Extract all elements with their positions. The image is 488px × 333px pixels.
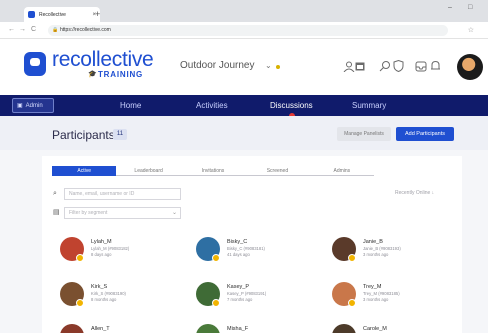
status-badge xyxy=(76,254,84,262)
sort-recently-online[interactable]: Recently Online ↓ xyxy=(395,190,434,196)
manage-panelists-button[interactable]: Manage Panelists xyxy=(337,127,391,141)
lock-icon: 🔒 xyxy=(52,27,59,33)
url-text: https://recollective.com xyxy=(60,27,111,33)
participant-name[interactable]: Misha_F xyxy=(227,326,248,332)
brand-subtitle: TRAINING xyxy=(98,70,144,79)
participant-name[interactable]: Janie_B xyxy=(363,239,383,245)
participant-card[interactable]: Janie_B Janie_B (#9083193) 3 months ago xyxy=(332,237,462,267)
participant-avatar[interactable] xyxy=(60,324,84,333)
participant-last-seen: 41 days ago xyxy=(227,252,250,257)
participant-avatar[interactable] xyxy=(332,324,356,333)
browser-tab[interactable]: Recollective × xyxy=(24,7,100,22)
admin-label: Admin xyxy=(25,102,43,109)
project-status-dot xyxy=(276,65,280,69)
participant-id: Trey_M (#9083185) xyxy=(363,291,400,296)
address-bar-row: ← → C 🔒 https://recollective.com ☆ xyxy=(0,22,488,39)
minimize-button[interactable]: – xyxy=(448,4,452,11)
participant-name[interactable]: Kirk_S xyxy=(91,284,107,290)
participant-card[interactable]: Lylah_M Lylah_M (#9083182) 8 days ago xyxy=(60,237,190,267)
status-badge xyxy=(348,299,356,307)
url-input[interactable]: 🔒 https://recollective.com xyxy=(48,25,448,36)
participant-last-seen: 3 months ago xyxy=(363,252,389,257)
participant-id: Kasey_P (#9083191) xyxy=(227,291,267,296)
brand-name[interactable]: recollective xyxy=(52,48,154,72)
participant-last-seen: 8 months ago xyxy=(91,297,117,302)
participant-card[interactable]: Kasey_P Kasey_P (#9083191) 7 months ago xyxy=(196,282,326,312)
participant-last-seen: 8 days ago xyxy=(91,252,112,257)
participant-card[interactable]: Misha_F xyxy=(196,324,326,333)
participants-count-badge: 11 xyxy=(113,129,127,140)
admin-button[interactable]: ▣ Admin xyxy=(12,98,54,113)
participant-name[interactable]: Kasey_P xyxy=(227,284,249,290)
recollective-favicon-icon xyxy=(28,11,35,18)
status-badge xyxy=(212,254,220,262)
tab-admins[interactable]: Admins xyxy=(309,166,375,176)
participant-name[interactable]: Bisky_C xyxy=(227,239,247,245)
participant-id: Lylah_M (#9083182) xyxy=(91,246,130,251)
browser-tab-bar: Recollective × + – □ xyxy=(0,0,488,22)
reload-icon[interactable]: C xyxy=(31,26,36,34)
participant-card[interactable]: Carole_M xyxy=(332,324,462,333)
participant-name[interactable]: Allen_T xyxy=(91,326,110,332)
tab-leaderboard[interactable]: Leaderboard xyxy=(116,166,181,176)
calendar-icon[interactable] xyxy=(353,60,367,72)
search-icon: ⌕ xyxy=(53,190,57,197)
graduation-cap-icon: 🎓 xyxy=(88,71,97,78)
nav-item-activities[interactable]: Activities xyxy=(196,95,228,116)
restore-button[interactable]: □ xyxy=(468,4,472,11)
forward-icon[interactable]: → xyxy=(19,26,26,34)
participant-id: Janie_B (#9083193) xyxy=(363,246,401,251)
admin-icon: ▣ xyxy=(17,103,23,109)
participant-card[interactable]: Trey_M Trey_M (#9083185) 3 months ago xyxy=(332,282,462,312)
segment-filter-icon: ▤ xyxy=(53,209,60,216)
search-input[interactable]: Name, email, username or ID xyxy=(64,188,181,200)
participant-card[interactable]: Allen_T xyxy=(60,324,190,333)
chevron-down-icon[interactable]: ⌄ xyxy=(265,61,272,70)
participant-card[interactable]: Kirk_S Kirk_S (#9083190) 8 months ago xyxy=(60,282,190,312)
participant-name[interactable]: Lylah_M xyxy=(91,239,112,245)
tab-screened[interactable]: Screened xyxy=(245,166,310,176)
participant-card[interactable]: Bisky_C Bisky_C (#9083181) 41 days ago xyxy=(196,237,326,267)
participant-last-seen: 7 months ago xyxy=(227,297,253,302)
status-badge xyxy=(348,254,356,262)
participant-avatar[interactable] xyxy=(196,324,220,333)
bell-icon[interactable] xyxy=(428,60,442,72)
page-title: Participants xyxy=(52,128,115,142)
nav-item-summary[interactable]: Summary xyxy=(352,95,386,116)
tab-active[interactable]: Active xyxy=(52,166,117,176)
status-badge xyxy=(212,299,220,307)
user-avatar[interactable] xyxy=(457,54,483,80)
participant-name[interactable]: Carole_M xyxy=(363,326,387,332)
add-participants-button[interactable]: Add Participants xyxy=(396,127,454,141)
participant-name[interactable]: Trey_M xyxy=(363,284,381,290)
status-badge xyxy=(76,299,84,307)
participant-subtabs: Active Leaderboard Invitations Screened … xyxy=(52,166,375,176)
participant-last-seen: 3 months ago xyxy=(363,297,389,302)
inbox-icon[interactable] xyxy=(414,60,428,72)
tab-invitations[interactable]: Invitations xyxy=(180,166,246,176)
chevron-down-icon[interactable]: ⌄ xyxy=(172,209,177,216)
search-icon[interactable] xyxy=(378,60,392,72)
new-tab-button[interactable]: + xyxy=(95,9,100,19)
tab-title: Recollective xyxy=(39,11,66,18)
recollective-logo-icon[interactable] xyxy=(24,52,46,76)
nav-item-home[interactable]: Home xyxy=(120,95,141,116)
participant-id: Kirk_S (#9083190) xyxy=(91,291,126,296)
participant-id: Bisky_C (#9083181) xyxy=(227,246,265,251)
project-selector[interactable]: Outdoor Journey xyxy=(180,60,255,71)
bookmark-star-icon[interactable]: ☆ xyxy=(468,26,474,34)
main-navigation: ▣ Admin Home Activities Discussions Summ… xyxy=(0,95,488,116)
back-icon[interactable]: ← xyxy=(8,26,15,34)
shield-icon[interactable] xyxy=(391,60,405,72)
segment-filter-select[interactable]: Filter by segment xyxy=(64,207,181,219)
